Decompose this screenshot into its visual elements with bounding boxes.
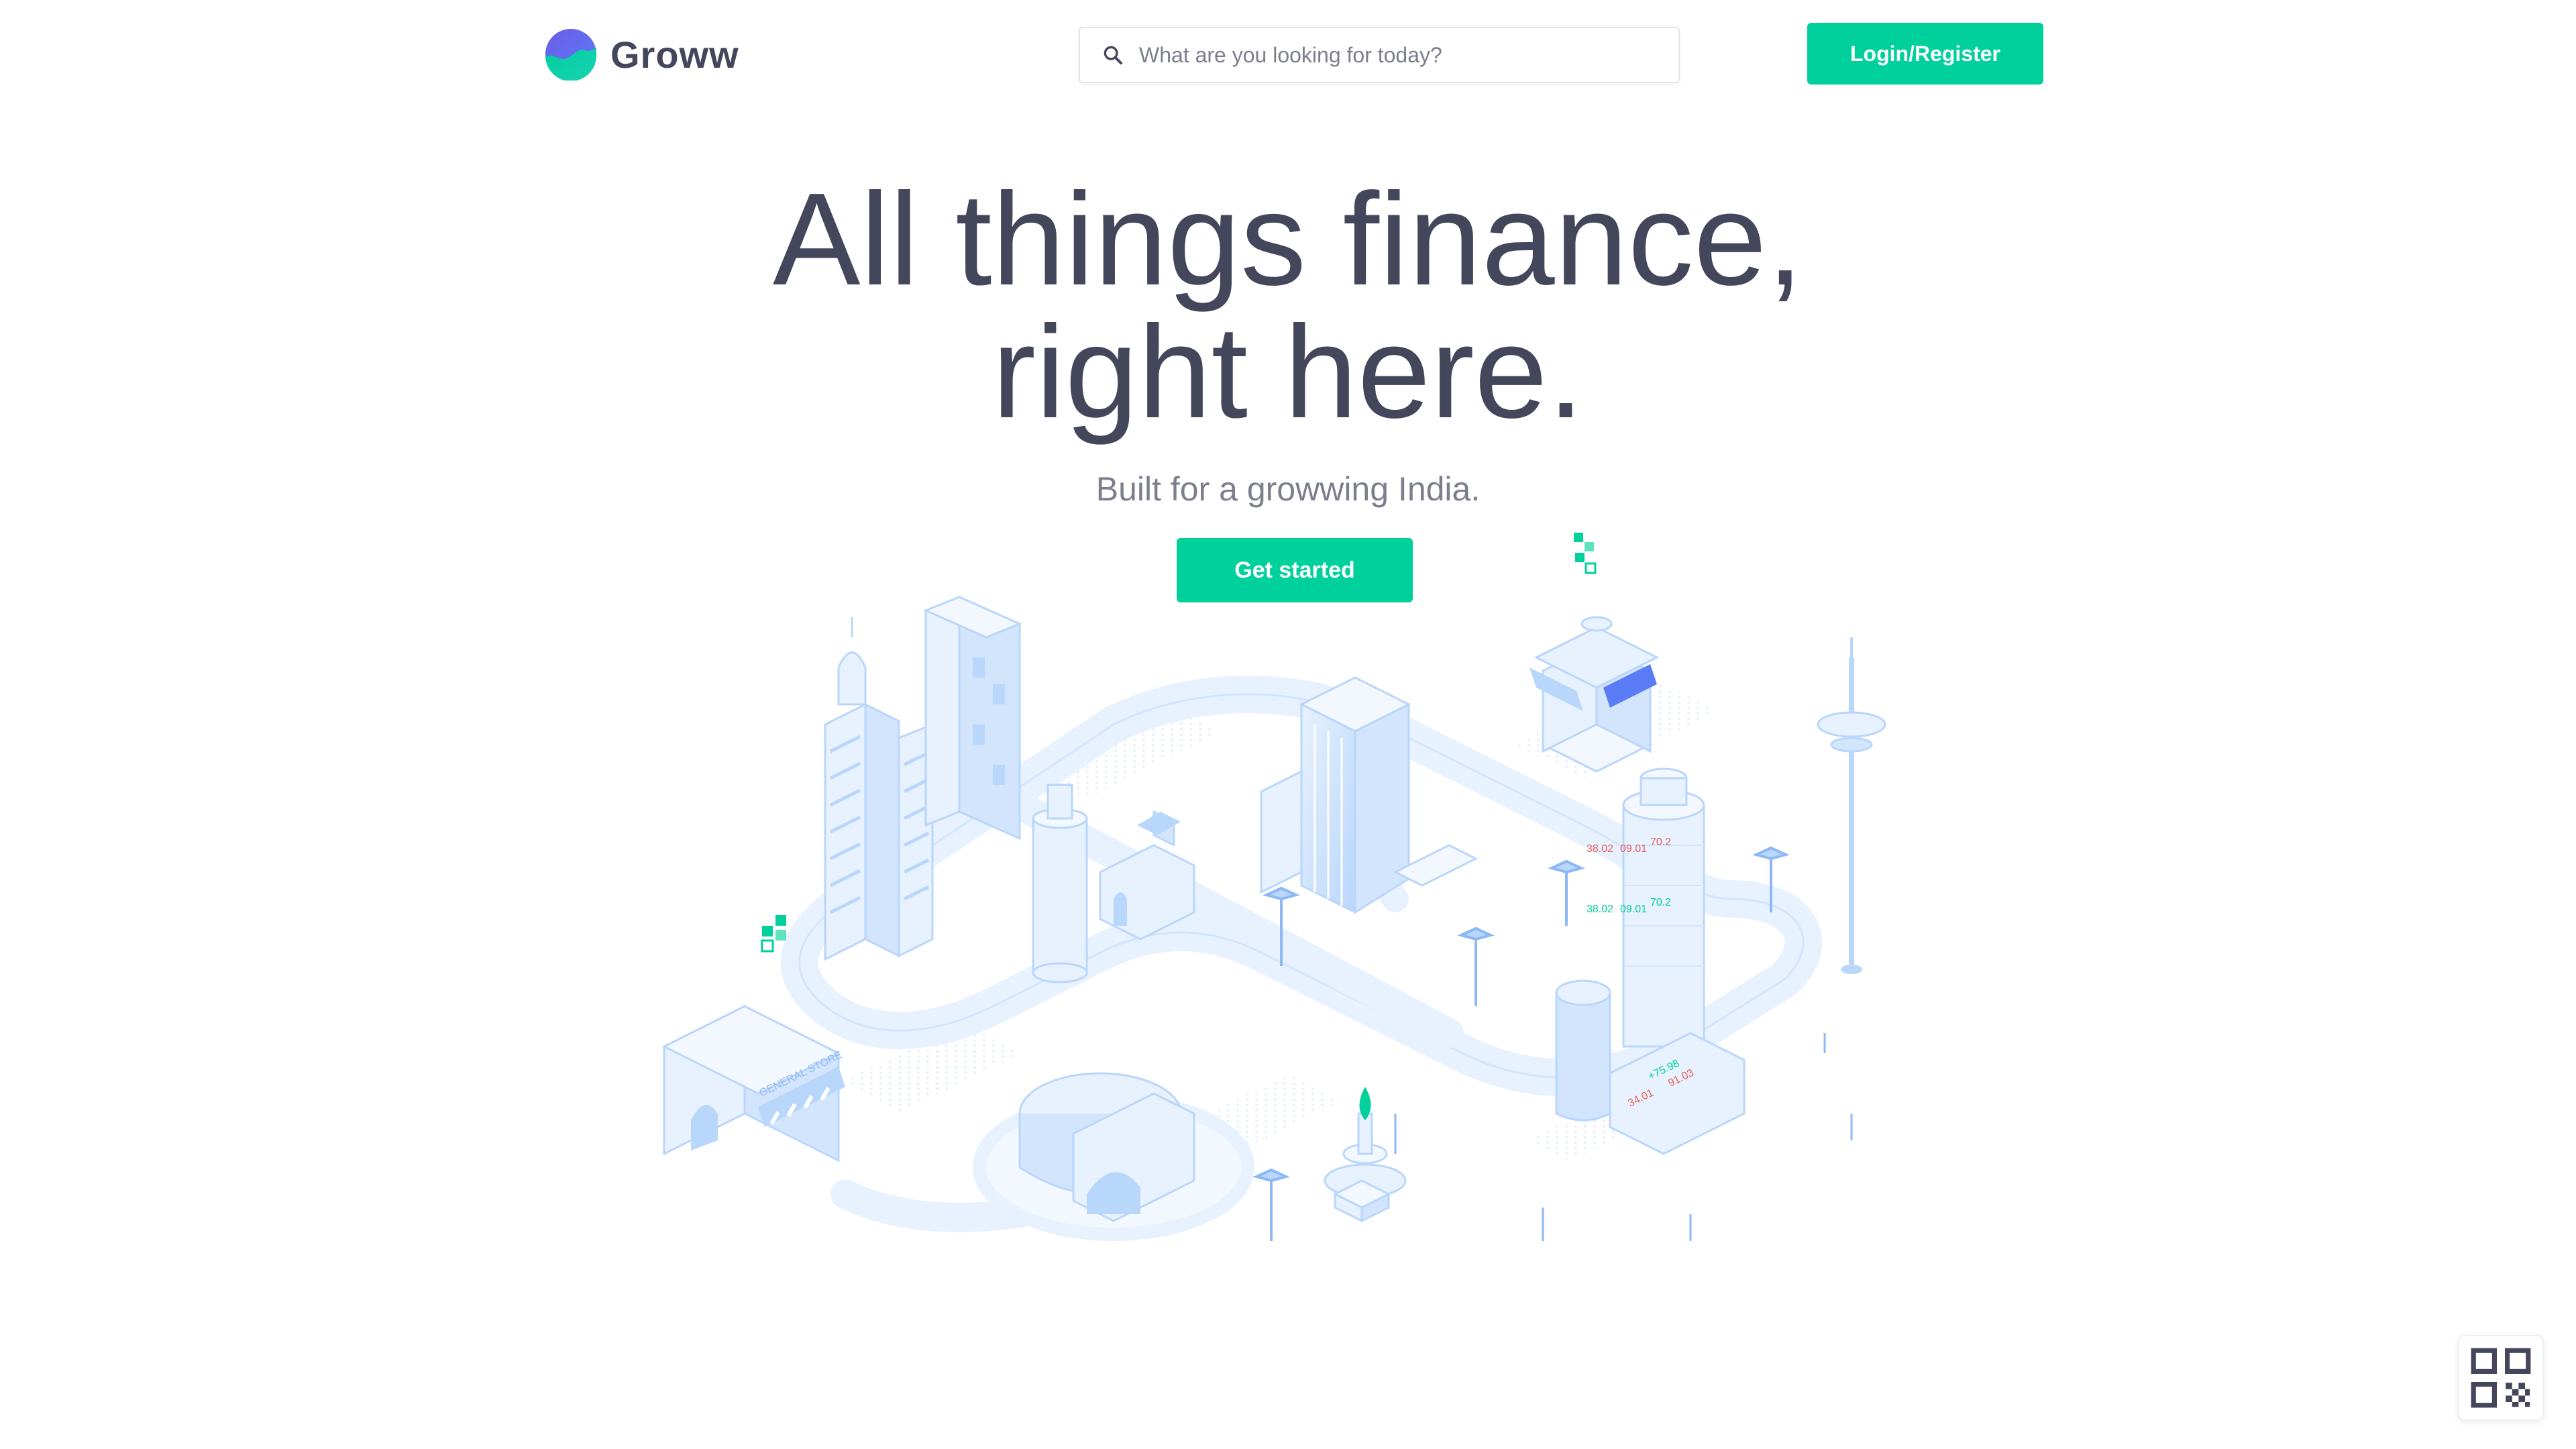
hero-title-line-1: All things finance, <box>772 166 1804 313</box>
stadium-building <box>973 1072 1254 1241</box>
hero-subtitle: Built for a growwing India. <box>1095 470 1481 508</box>
ticker-value: 09.01 <box>1620 843 1647 855</box>
brand-home-link[interactable]: Groww <box>545 27 739 82</box>
site-header: Groww Login/Register <box>0 0 2576 107</box>
cylinder-tower <box>1032 784 1088 983</box>
tv-tower <box>1817 637 1886 974</box>
search-bar[interactable] <box>1079 27 1680 83</box>
ticker-value: 38.02 <box>1587 843 1613 855</box>
fountain <box>1324 1087 1407 1198</box>
ticker-value: 09.01 <box>1620 904 1647 915</box>
growth-marks-left <box>761 915 786 953</box>
groww-logo-icon <box>545 28 597 80</box>
login-register-button[interactable]: Login/Register <box>1807 23 2043 85</box>
search-icon <box>1104 46 1123 65</box>
hero-title-line-2: right here. <box>991 299 1585 445</box>
hero-title: All things finance, right here. <box>0 173 2576 439</box>
ticker-value: 70.2 <box>1650 897 1671 908</box>
shop-kiosk <box>1099 810 1195 941</box>
ticker-value: 70.2 <box>1650 837 1671 848</box>
app-download-qr-button[interactable] <box>2458 1335 2544 1421</box>
search-input[interactable] <box>1138 32 1661 78</box>
qr-code-icon <box>2471 1348 2531 1408</box>
ticker-value: 38.02 <box>1587 904 1613 915</box>
general-store: GENERAL STORE <box>661 1004 845 1163</box>
brand-name: Groww <box>610 33 739 76</box>
tower-block <box>923 595 1022 841</box>
city-illustration: GENERAL STORE 38.02 09.01 70.2 38.02 09.… <box>661 533 1886 1241</box>
skyscraper-left <box>824 617 934 961</box>
market-stall <box>1529 616 1660 773</box>
growth-marks-right <box>1574 533 1597 574</box>
